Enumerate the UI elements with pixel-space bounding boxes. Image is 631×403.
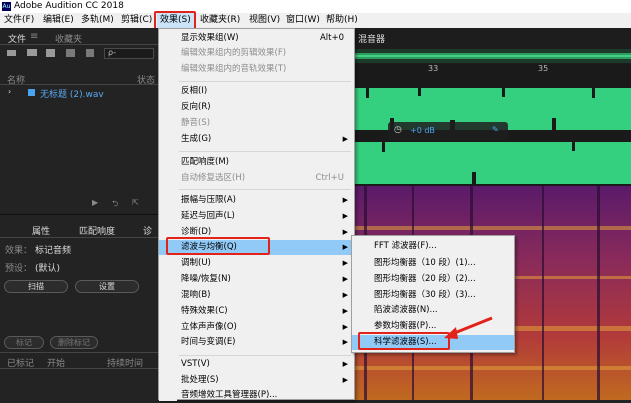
menu-item-vst[interactable]: VST(V) ▶ xyxy=(159,357,354,372)
menu-item-delay-echo[interactable]: 延迟与回声(L) ▶ xyxy=(159,209,354,224)
submenu-arrow-icon: ▶ xyxy=(342,212,348,220)
new-file-icon[interactable] xyxy=(7,50,16,56)
overview-waveform xyxy=(352,53,631,59)
play-icon[interactable]: ▶ xyxy=(92,198,98,207)
menu-multitrack[interactable]: 多轨(M) xyxy=(78,13,117,28)
menu-item-stereo-imagery[interactable]: 立体声声像(O) ▶ xyxy=(159,320,354,335)
menu-item-reverb[interactable]: 混响(B) ▶ xyxy=(159,288,354,303)
menu-item-amplitude[interactable]: 振幅与压限(A) ▶ xyxy=(159,193,354,208)
submenu-arrow-icon: ▶ xyxy=(342,275,348,283)
wave-file-icon xyxy=(28,89,35,96)
loop-icon[interactable]: ⮌ xyxy=(112,198,118,212)
submenu-arrow-icon: ▶ xyxy=(342,360,348,368)
menu-item-match-loudness[interactable]: 匹配响度(M) xyxy=(159,155,354,170)
callout-arrow-icon xyxy=(444,316,493,339)
search-icon: ρ- xyxy=(108,48,116,57)
file-list-item[interactable]: 无标题 (2).wav xyxy=(40,87,104,100)
search-field[interactable]: ρ- xyxy=(104,48,154,59)
submenu-arrow-icon: ▶ xyxy=(342,243,348,251)
menu-item-show-effects-rack[interactable]: 显示效果组(W) Alt+0 xyxy=(159,31,354,46)
menu-clip[interactable]: 剪辑(C) xyxy=(118,13,155,28)
divider xyxy=(0,368,160,369)
tab-diagnostics[interactable]: 诊 xyxy=(143,224,152,237)
submenu-arrow-icon: ▶ xyxy=(342,135,348,143)
marker-button[interactable]: 标记 xyxy=(4,336,44,349)
save-icon[interactable] xyxy=(66,49,75,57)
effects-menu: 显示效果组(W) Alt+0 编辑效果组内的剪辑效果(F) 编辑效果组内的音轨效果… xyxy=(158,28,355,403)
menu-item-time-pitch[interactable]: 时间与变调(E) ▶ xyxy=(159,335,354,350)
submenu-arrow-icon: ▶ xyxy=(342,196,348,204)
menu-item-modulation[interactable]: 调制(U) ▶ xyxy=(159,256,354,271)
menu-item-special[interactable]: 特殊效果(C) ▶ xyxy=(159,304,354,319)
menu-separator xyxy=(179,355,351,356)
filter-eq-callout-box xyxy=(166,237,270,255)
menu-bar: 文件(F) 编辑(E) 多轨(M) 剪辑(C) 效果(S) 收藏夹(R) 视图(… xyxy=(0,13,631,28)
preset-label: 预设： xyxy=(5,264,33,274)
submenu-arrow-icon: ▶ xyxy=(342,307,348,315)
settings-button[interactable]: 设置 xyxy=(75,280,139,293)
menu-help[interactable]: 帮助(H) xyxy=(323,13,361,28)
left-panel: 文件 ≡ 收藏夹 ρ- 名称 状态 › 无标题 (2).wav ▶ ⮌ ⇱ 属性… xyxy=(0,28,160,400)
preset-select[interactable]: (默认) xyxy=(35,261,60,274)
tab-properties[interactable]: 属性 xyxy=(32,224,50,237)
panel-divider xyxy=(0,214,160,215)
expand-icon[interactable]: › xyxy=(8,87,11,96)
menu-edit[interactable]: 编辑(E) xyxy=(40,13,77,28)
effect-select[interactable]: 标记音频 xyxy=(35,243,71,256)
divider xyxy=(0,237,160,238)
divider xyxy=(0,84,160,85)
menu-window[interactable]: 窗口(W) xyxy=(283,13,323,28)
ruler-tick: 35 xyxy=(538,64,549,73)
menu-item-fft-filter[interactable]: FFT 滤波器(F)... xyxy=(352,239,514,254)
menu-item-graphic-eq-20[interactable]: 图形均衡器（20 段）(2)... xyxy=(352,272,514,287)
hud-overlay: ◷ +0 dB ✎ xyxy=(388,122,508,140)
menu-separator xyxy=(179,151,351,152)
menu-item-noise-reduction[interactable]: 降噪/恢复(N) ▶ xyxy=(159,272,354,287)
menu-file[interactable]: 文件(F) xyxy=(1,13,37,28)
menu-item-edit-track-effects[interactable]: 编辑效果组内的音轨效果(T) xyxy=(159,62,354,77)
menu-item-edit-clip-effects[interactable]: 编辑效果组内的剪辑效果(F) xyxy=(159,46,354,61)
divider xyxy=(0,44,160,45)
menu-item-reverse[interactable]: 反向(R) xyxy=(159,100,354,115)
menu-item-silence[interactable]: 静音(S) xyxy=(159,116,354,131)
app-icon: Au xyxy=(2,2,11,11)
divider xyxy=(0,352,160,353)
import-icon[interactable] xyxy=(46,49,55,57)
ruler-tick: 33 xyxy=(428,64,439,73)
submenu-arrow-icon: ▶ xyxy=(342,259,348,267)
menu-separator xyxy=(179,81,351,82)
scientific-filter-callout-box xyxy=(358,332,450,350)
knob-icon[interactable]: ◷ xyxy=(394,125,402,135)
menu-item-batch[interactable]: 批处理(S) ▶ xyxy=(159,373,354,388)
menu-separator xyxy=(179,189,351,190)
delete-marker-button[interactable]: 删除标记 xyxy=(50,336,98,349)
menu-item-invert[interactable]: 反相(I) xyxy=(159,84,354,99)
export-icon[interactable]: ⇱ xyxy=(132,198,139,207)
open-folder-icon[interactable] xyxy=(27,49,37,56)
scan-button[interactable]: 扫描 xyxy=(4,280,68,293)
hud-gain-value[interactable]: +0 dB xyxy=(410,126,435,135)
menu-item-graphic-eq-10[interactable]: 图形均衡器（10 段）(1)... xyxy=(352,256,514,271)
menu-item-generate[interactable]: 生成(G) ▶ xyxy=(159,132,354,147)
menu-item-graphic-eq-30[interactable]: 图形均衡器（30 段）(3)... xyxy=(352,288,514,303)
menu-item-plugin-manager[interactable]: 音频增效工具管理器(P)... xyxy=(159,388,354,403)
submenu-arrow-icon: ▶ xyxy=(342,338,348,346)
window-title: Adobe Audition CC 2018 xyxy=(14,1,124,11)
delete-icon[interactable] xyxy=(86,49,94,57)
menu-view[interactable]: 视图(V) xyxy=(246,13,283,28)
effect-label: 效果： xyxy=(5,246,33,256)
overview-strip[interactable] xyxy=(352,49,631,63)
submenu-arrow-icon: ▶ xyxy=(342,323,348,331)
menu-item-auto-heal[interactable]: 自动修复选区(H) Ctrl+U xyxy=(159,171,354,186)
title-bar: Au Adobe Audition CC 2018 xyxy=(0,0,631,13)
submenu-arrow-icon: ▶ xyxy=(342,228,348,236)
menu-favorites[interactable]: 收藏夹(R) xyxy=(197,13,243,28)
tab-mixer[interactable]: 混音器 xyxy=(358,32,385,45)
panel-menu-icon[interactable]: ≡ xyxy=(30,31,38,42)
tab-match-loudness[interactable]: 匹配响度 xyxy=(79,224,115,237)
pin-icon[interactable]: ✎ xyxy=(492,125,499,134)
submenu-arrow-icon: ▶ xyxy=(342,291,348,299)
submenu-arrow-icon: ▶ xyxy=(342,376,348,384)
